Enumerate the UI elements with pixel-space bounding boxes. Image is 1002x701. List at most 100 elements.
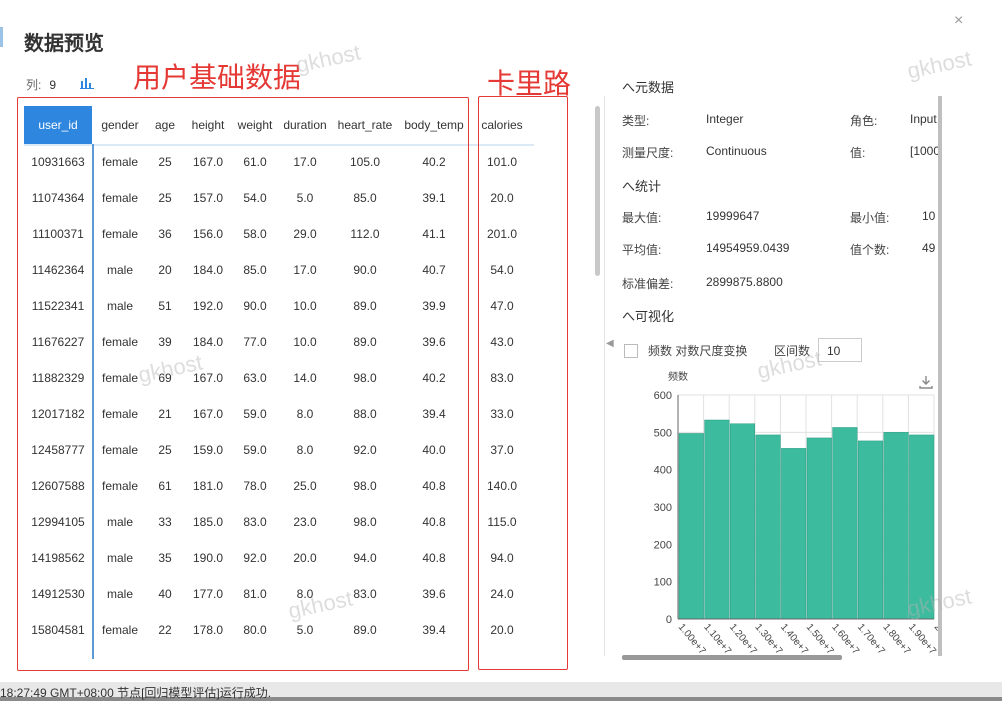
cell-heart-rate: 94.0 xyxy=(353,551,377,565)
cell-height: 178.0 xyxy=(192,623,224,637)
cell-duration: 25.0 xyxy=(293,479,317,493)
cell-weight: 63.0 xyxy=(243,371,267,385)
cell-duration: 5.0 xyxy=(296,191,314,205)
cell-user-id: 12458777 xyxy=(31,443,85,457)
cell-height: 167.0 xyxy=(192,155,224,169)
table-row: 11100371 female 36 156.0 58.0 29.0 112.0 41.1 20… xyxy=(24,216,534,252)
cell-body-temp: 40.8 xyxy=(422,515,446,529)
column-header-body-temp[interactable]: body_temp xyxy=(398,106,470,144)
cell-calories: 83.0 xyxy=(490,371,514,385)
bins-input[interactable]: 10 xyxy=(818,338,862,362)
close-icon[interactable]: × xyxy=(954,12,963,30)
cell-gender: female xyxy=(101,227,139,241)
cell-age: 22 xyxy=(158,623,172,637)
cell-gender: female xyxy=(101,191,139,205)
mean-label: 平均值: xyxy=(622,243,662,257)
column-header-heart-rate[interactable]: heart_rate xyxy=(334,106,396,144)
cell-calories: 47.0 xyxy=(490,299,514,313)
cell-weight: 77.0 xyxy=(243,335,267,349)
histogram-bar xyxy=(729,423,756,620)
chart-horizontal-scrollbar[interactable] xyxy=(622,655,842,660)
status-message: 18:27:49 GMT+08:00 节点[回归模型评估]运行成功. xyxy=(0,686,272,700)
log-scale-label: 频数 对数尺度变换 xyxy=(648,344,748,358)
y-tick-label: 400 xyxy=(654,465,672,477)
min-label: 最小值: xyxy=(850,211,890,225)
cell-gender: male xyxy=(106,551,133,565)
measure-value: Continuous xyxy=(706,144,767,158)
cell-calories: 201.0 xyxy=(486,227,518,241)
cell-weight: 81.0 xyxy=(243,587,267,601)
y-tick-label: 200 xyxy=(654,539,672,551)
type-value: Integer xyxy=(706,112,744,126)
column-header-age[interactable]: age xyxy=(148,106,182,144)
section-stats-header[interactable]: へ统计 xyxy=(622,176,661,195)
y-tick-label: 0 xyxy=(666,614,672,626)
dialog-title: 数据预览 xyxy=(24,33,104,55)
cell-age: 51 xyxy=(158,299,172,313)
table-row: 11074364 female 25 157.0 54.0 5.0 85.0 39.1 20.0 xyxy=(24,180,534,216)
cell-age: 39 xyxy=(158,335,172,349)
cell-calories: 140.0 xyxy=(486,479,518,493)
cell-gender: male xyxy=(106,515,133,529)
cell-user-id: 11100371 xyxy=(32,227,84,241)
column-header-user-id[interactable]: user_id xyxy=(24,106,92,144)
cell-duration: 17.0 xyxy=(293,263,317,277)
data-preview-dialog: 数据预览 × 列: 9 用户基础数据 卡里路 user_id gender age he… xyxy=(0,0,1002,682)
table-vertical-scrollbar[interactable] xyxy=(595,106,600,276)
cell-body-temp: 39.6 xyxy=(422,587,446,601)
cell-age: 36 xyxy=(158,227,172,241)
cell-height: 184.0 xyxy=(192,263,224,277)
cell-duration: 29.0 xyxy=(293,227,317,241)
cell-weight: 78.0 xyxy=(243,479,267,493)
cell-gender: female xyxy=(101,443,139,457)
panel-vertical-scrollbar[interactable] xyxy=(938,96,942,656)
cell-heart-rate: 88.0 xyxy=(353,407,377,421)
table-row: 11522341 male 51 192.0 90.0 10.0 89.0 39.9 47.0 xyxy=(24,288,534,324)
cell-calories: 33.0 xyxy=(490,407,514,421)
histogram-bar xyxy=(704,419,730,620)
std-value: 2899875.8800 xyxy=(706,275,783,289)
cell-age: 25 xyxy=(158,155,172,169)
collapse-panel-icon[interactable]: ◀ xyxy=(606,338,614,349)
cell-gender: female xyxy=(101,407,139,421)
column-header-gender[interactable]: gender xyxy=(94,106,146,144)
cell-user-id: 11676227 xyxy=(31,335,85,349)
std-label: 标准偏差: xyxy=(622,277,674,291)
cell-calories: 24.0 xyxy=(490,587,514,601)
cell-user-id: 12607588 xyxy=(31,479,85,493)
cell-age: 33 xyxy=(158,515,172,529)
column-header-calories[interactable]: calories xyxy=(474,106,530,144)
cell-user-id: 12994105 xyxy=(31,515,85,529)
cell-calories: 115.0 xyxy=(487,515,517,529)
cell-heart-rate: 89.0 xyxy=(353,335,377,349)
max-label: 最大值: xyxy=(622,211,662,225)
annotation-calories: 卡里路 xyxy=(487,68,572,99)
column-header-weight[interactable]: weight xyxy=(234,106,276,144)
table-row: 12458777 female 25 159.0 59.0 8.0 92.0 40.0 37.0 xyxy=(24,432,534,468)
cell-height: 184.0 xyxy=(192,335,224,349)
table-row: 14912530 male 40 177.0 81.0 8.0 83.0 39.6 24.0 xyxy=(24,576,534,612)
cell-duration: 10.0 xyxy=(293,335,317,349)
histogram-bar xyxy=(678,433,704,620)
cell-heart-rate: 112.0 xyxy=(350,227,380,241)
section-metadata-header[interactable]: へ元数据 xyxy=(622,77,674,96)
log-scale-checkbox[interactable] xyxy=(624,344,638,358)
value-range-label: 值: xyxy=(850,146,866,160)
cell-body-temp: 40.2 xyxy=(422,371,446,385)
bins-label: 区间数 xyxy=(774,344,811,358)
cell-age: 25 xyxy=(158,191,172,205)
table-row: 11676227 female 39 184.0 77.0 10.0 89.0 39.6 43.… xyxy=(24,324,534,360)
histogram-bar xyxy=(832,427,858,620)
column-header-duration[interactable]: duration xyxy=(278,106,332,144)
section-visualization-header[interactable]: へ可视化 xyxy=(622,306,674,325)
count-label: 值个数: xyxy=(850,243,890,257)
bar-chart-icon[interactable] xyxy=(80,75,94,89)
column-header-height[interactable]: height xyxy=(184,106,232,144)
cell-age: 20 xyxy=(158,263,172,277)
cell-duration: 23.0 xyxy=(293,515,317,529)
cell-height: 181.0 xyxy=(192,479,224,493)
cell-age: 40 xyxy=(158,587,172,601)
cell-body-temp: 39.9 xyxy=(422,299,446,313)
cell-heart-rate: 89.0 xyxy=(353,299,377,313)
cell-age: 69 xyxy=(158,371,172,385)
